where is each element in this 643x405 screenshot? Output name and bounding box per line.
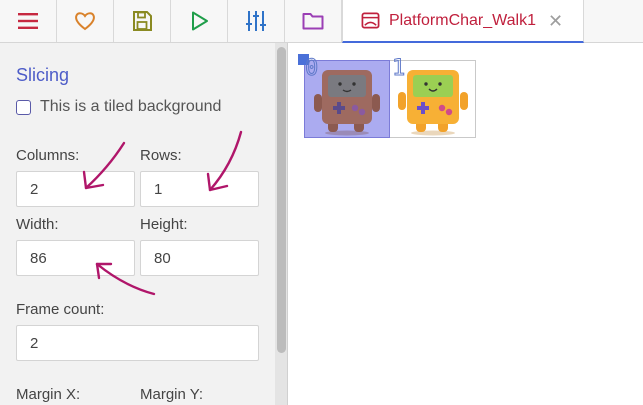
tiled-background-option[interactable]: This is a tiled background [16, 98, 221, 116]
height-label: Height: [140, 216, 188, 233]
folder-icon [302, 13, 324, 30]
scrollbar-thumb[interactable] [277, 47, 286, 353]
slicing-panel: Slicing This is a tiled background Colum… [0, 43, 275, 405]
hamburger-menu-icon [18, 13, 38, 29]
height-input[interactable]: 80 [140, 240, 259, 276]
width-input[interactable]: 86 [16, 240, 135, 276]
sprite-frame-0 [314, 70, 380, 136]
tab-label: PlatformChar_Walk1 [389, 11, 537, 29]
margin-x-label: Margin X: [16, 386, 81, 403]
tiled-background-checkbox[interactable] [16, 99, 31, 115]
texture-icon [361, 11, 381, 31]
menu-button[interactable] [0, 0, 57, 42]
rows-input[interactable]: 1 [140, 171, 259, 207]
tiled-background-label: This is a tiled background [40, 98, 222, 115]
section-title-slicing: Slicing [16, 65, 70, 85]
adjust-button[interactable] [228, 0, 285, 42]
save-button[interactable] [114, 0, 171, 42]
columns-label: Columns: [16, 147, 80, 164]
frame-index-0: 0 [304, 56, 319, 82]
panel-scrollbar[interactable] [275, 43, 288, 405]
folder-button[interactable] [285, 0, 342, 42]
favorite-button[interactable] [57, 0, 114, 42]
top-toolbar: PlatformChar_Walk1 ✕ [0, 0, 643, 43]
frame-index-1: 1 [391, 56, 406, 82]
width-label: Width: [16, 216, 59, 233]
frame-count-input[interactable]: 2 [16, 325, 259, 361]
frame-count-label: Frame count: [16, 301, 105, 318]
tab-close-icon[interactable]: ✕ [548, 12, 563, 30]
columns-input[interactable]: 2 [16, 171, 135, 207]
play-icon [192, 11, 208, 31]
tab-platformchar-walk1[interactable]: PlatformChar_Walk1 ✕ [342, 0, 584, 43]
play-button[interactable] [171, 0, 228, 42]
heart-icon [75, 12, 95, 31]
sliders-icon [246, 11, 266, 31]
rows-label: Rows: [140, 147, 182, 164]
save-icon [133, 11, 152, 31]
margin-y-label: Margin Y: [140, 386, 204, 403]
